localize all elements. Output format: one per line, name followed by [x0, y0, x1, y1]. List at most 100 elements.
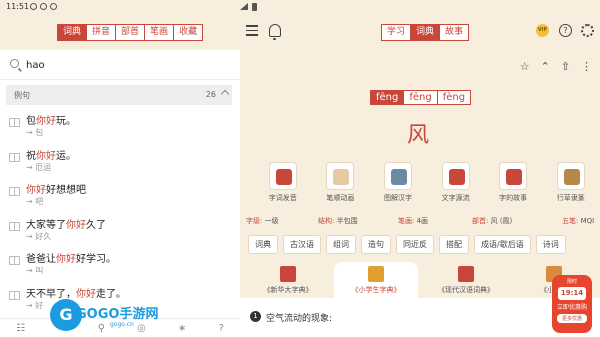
- gear-icon[interactable]: [581, 24, 594, 37]
- help-icon[interactable]: ?: [559, 24, 572, 37]
- search-input[interactable]: [26, 56, 226, 74]
- result-list: 包你好玩。 → 包 祝你好运。 → 厄运 你好好想想吧 → 吧 大家等了你好久了…: [0, 108, 240, 315]
- example-word: → 厄运: [26, 162, 52, 172]
- feature-pronounce[interactable]: 字词发音: [254, 162, 312, 203]
- definition: 1 空气流动的现象:: [240, 298, 600, 337]
- feature-story[interactable]: 字的故事: [484, 162, 542, 203]
- definition-text: 空气流动的现象:: [266, 314, 333, 324]
- book-cover-icon: [280, 266, 296, 282]
- section-chips: 词典 古汉语 组词 造句 同近反 搭配 成语/歇后语 诗词: [248, 235, 588, 254]
- search-icon: [10, 59, 19, 68]
- chip-zuci[interactable]: 组词: [326, 235, 356, 254]
- chip-chengyu[interactable]: 成语/歇后语: [474, 235, 531, 254]
- example-section-header[interactable]: 例句 26: [6, 85, 232, 105]
- chip-shici[interactable]: 诗词: [535, 235, 566, 254]
- main-section-tabs: 学习 词典 故事: [381, 24, 470, 41]
- asterisk-icon[interactable]: ∗: [178, 323, 186, 334]
- status-bar: 11:51: [0, 0, 600, 290]
- up-icon[interactable]: ⌃: [541, 60, 550, 73]
- entry-toolbar: ☆ ⌃ ⇧ ⋮: [520, 60, 592, 73]
- example-word: → 叫: [26, 266, 44, 275]
- share-icon[interactable]: ⇧: [561, 60, 570, 73]
- info-wubi: 五笔: MQI: [562, 217, 595, 225]
- notification-icon-2: [40, 3, 47, 10]
- section-label: 例句: [14, 91, 30, 100]
- watermark-logo: G GOGO手游网 gogo.cn: [50, 299, 168, 333]
- pinyin-tab[interactable]: fēng: [371, 91, 405, 104]
- status-time: 11:51: [6, 2, 30, 11]
- tab-bushou[interactable]: 部首: [116, 25, 146, 40]
- story-icon: [506, 169, 523, 185]
- example-sentence: 爸爸让你好好学习。: [26, 254, 116, 265]
- pinyin-tab[interactable]: fēng: [404, 91, 438, 104]
- tab-cidian[interactable]: 词典: [58, 25, 88, 40]
- tab-pinyin[interactable]: 拼音: [87, 25, 117, 40]
- chevron-up-icon[interactable]: [220, 89, 230, 99]
- bell-icon[interactable]: [269, 24, 281, 40]
- char-info: 字级: 一级 结构: 半包围 笔画: 4画 部首: 风 (風) 五笔: MQI: [246, 214, 596, 228]
- example-word: → 好久: [26, 231, 52, 241]
- search-panel: 例句 26 包你好玩。 → 包 祝你好运。 → 厄运 你好好想想吧 → 吧 大家…: [0, 50, 240, 337]
- example-sentence: 大家等了你好久了: [26, 219, 106, 231]
- brush-icon: [563, 169, 580, 185]
- dict-card[interactable]: 《新华大字典》: [248, 262, 328, 298]
- picture-icon: [390, 169, 407, 185]
- book-icon: [9, 152, 20, 162]
- list-item[interactable]: 大家等了你好久了 → 好久: [0, 212, 240, 247]
- info-structure: 结构: 半包围: [318, 217, 358, 225]
- dict-card[interactable]: 《现代汉语词典》: [420, 262, 512, 298]
- chip-dapei[interactable]: 搭配: [439, 235, 469, 254]
- speaker-icon: [275, 169, 292, 185]
- chip-tongjinfan[interactable]: 同近反: [396, 235, 434, 254]
- feature-origin[interactable]: 文字源流: [427, 162, 485, 203]
- star-icon[interactable]: ☆: [520, 60, 530, 73]
- list-item[interactable]: 包你好玩。 → 包: [0, 108, 240, 143]
- write-icon: [333, 169, 350, 185]
- feature-calligraphy[interactable]: 行草隶篆: [542, 162, 600, 203]
- book-cover-icon: [458, 266, 474, 282]
- chip-zaoju[interactable]: 造句: [361, 235, 391, 254]
- book-icon: [9, 256, 20, 265]
- promo-sub: 立即优惠购: [556, 304, 587, 311]
- info-strokes: 笔画: 4画: [398, 217, 429, 225]
- list-icon[interactable]: ☷: [16, 323, 25, 334]
- origin-icon: [448, 169, 465, 185]
- tab-study[interactable]: 学习: [382, 25, 412, 40]
- list-item[interactable]: 爸爸让你好好学习。 → 叫: [0, 246, 240, 281]
- chip-cidian[interactable]: 词典: [248, 235, 278, 254]
- notification-icon: [30, 3, 37, 10]
- example-sentence: 天不早了，你好走了。: [26, 288, 126, 300]
- menu-icon[interactable]: [246, 25, 258, 39]
- feature-illustration[interactable]: 图解汉字: [369, 162, 427, 203]
- list-item[interactable]: 祝你好运。 → 厄运: [0, 143, 240, 178]
- example-sentence: 祝你好运。: [26, 150, 76, 162]
- example-sentence: 包你好玩。: [26, 116, 76, 127]
- book-icon: [9, 290, 20, 300]
- tab-bihua[interactable]: 笔画: [145, 25, 175, 40]
- chip-guhanyu[interactable]: 古汉语: [283, 235, 321, 254]
- book-icon: [9, 118, 20, 127]
- search-mode-tabs: 词典 拼音 部首 笔画 收藏: [57, 24, 204, 41]
- question-icon[interactable]: ?: [219, 323, 224, 334]
- entry-character: 风: [407, 123, 430, 148]
- tab-shoucang[interactable]: 收藏: [174, 25, 203, 40]
- example-word: → 包: [26, 128, 44, 137]
- promo-badge[interactable]: 限时 19:14 立即优惠购 更多优惠: [552, 275, 592, 333]
- section-count: 26: [205, 90, 216, 99]
- tab-story[interactable]: 故事: [440, 25, 469, 40]
- top-bar: 词典 拼音 部首 笔画 收藏 学习 词典 故事 VIP ?: [0, 14, 600, 50]
- example-word: → 吧: [26, 197, 44, 206]
- promo-title: 限时: [566, 279, 577, 285]
- more-icon[interactable]: ⋮: [581, 60, 592, 73]
- signal-icon: [240, 3, 248, 10]
- pinyin-tabs: fēng fēng fèng: [370, 90, 472, 105]
- tab-dictionary[interactable]: 词典: [411, 25, 441, 40]
- feature-stroke[interactable]: 笔顺动画: [312, 162, 370, 203]
- list-item[interactable]: 你好好想想吧 → 吧: [0, 177, 240, 212]
- promo-more[interactable]: 更多优惠: [557, 314, 587, 323]
- pinyin-tab[interactable]: fèng: [437, 91, 471, 104]
- vip-icon[interactable]: VIP: [536, 24, 549, 37]
- info-radical: 部首: 风 (風): [472, 217, 513, 225]
- feature-buttons: 字词发音 笔顺动画 图解汉字 文字源流 字的故事 行草隶篆: [254, 162, 600, 203]
- dict-card[interactable]: 《小学生字典》: [334, 262, 418, 298]
